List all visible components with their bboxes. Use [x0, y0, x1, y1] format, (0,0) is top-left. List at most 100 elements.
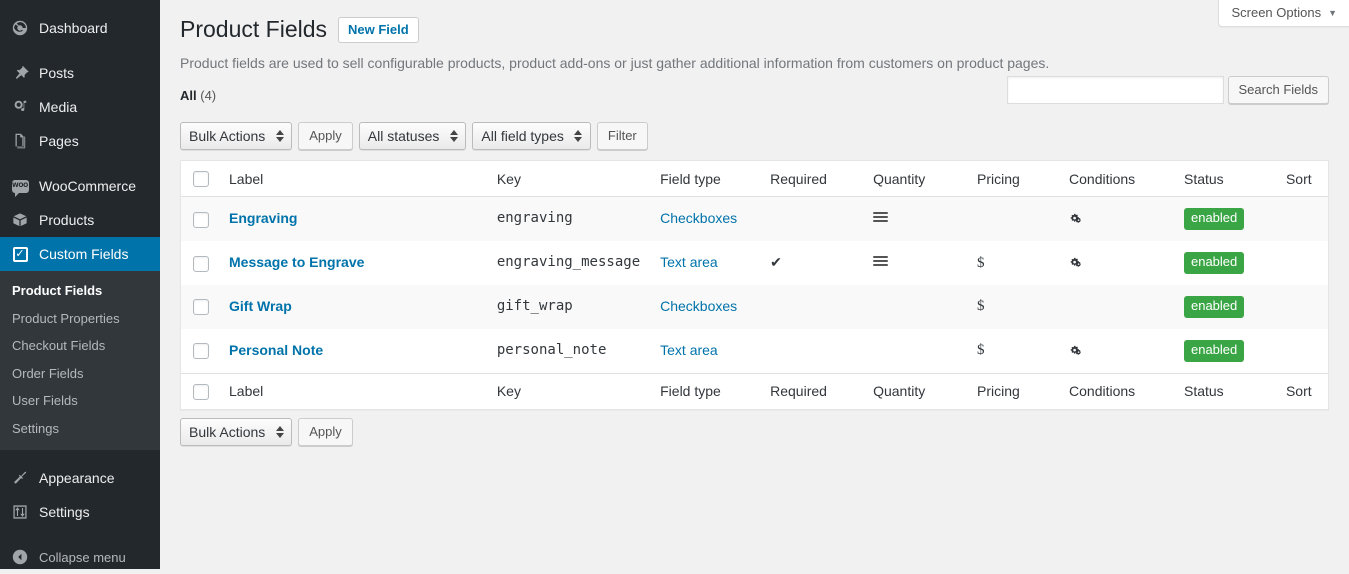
- row-select-cell[interactable]: [181, 241, 219, 285]
- submenu-item-user-fields[interactable]: User Fields: [0, 387, 160, 415]
- cell-sort[interactable]: [1275, 284, 1328, 329]
- sidebar-item-dashboard[interactable]: Dashboard: [0, 11, 160, 45]
- row-checkbox[interactable]: [193, 343, 209, 360]
- select-all-checkbox[interactable]: [193, 171, 209, 188]
- collapse-arrow-icon: [10, 547, 30, 567]
- field-type-link[interactable]: Text area: [660, 254, 718, 270]
- sidebar-item-appearance[interactable]: Appearance: [0, 461, 160, 495]
- page-title: Product Fields: [180, 16, 328, 42]
- row-select-cell[interactable]: [181, 329, 219, 373]
- column-header-quantity[interactable]: Quantity: [863, 160, 968, 198]
- column-footer-status[interactable]: Status: [1173, 372, 1276, 410]
- column-footer-key[interactable]: Key: [486, 372, 651, 410]
- cell-required: ✔: [760, 241, 863, 285]
- sidebar-item-products[interactable]: Products: [0, 203, 160, 237]
- gears-icon[interactable]: [1069, 344, 1164, 358]
- column-footer-label[interactable]: Label: [219, 372, 487, 410]
- submenu-item-product-properties[interactable]: Product Properties: [0, 305, 160, 333]
- column-footer-field-type[interactable]: Field type: [650, 372, 761, 410]
- cell-sort[interactable]: [1276, 241, 1328, 285]
- row-checkbox[interactable]: [193, 299, 209, 316]
- table-head: Label Key Field type Required Quantity P…: [181, 160, 1328, 198]
- bulk-actions-select-bottom[interactable]: Bulk Actions: [180, 418, 293, 447]
- row-checkbox[interactable]: [193, 255, 209, 272]
- sidebar-item-label: WooCommerce: [39, 178, 136, 194]
- screen-options-toggle[interactable]: Screen Options ▼: [1218, 0, 1349, 27]
- field-type-link[interactable]: Checkboxes: [660, 210, 737, 226]
- status-badge: enabled: [1183, 295, 1245, 318]
- field-type-filter-select[interactable]: All field types: [472, 121, 591, 150]
- settings-sliders-icon: [10, 502, 30, 522]
- sidebar-item-media[interactable]: Media: [0, 90, 160, 124]
- sidebar-item-label: Pages: [39, 133, 79, 149]
- cell-key: personal_note: [496, 342, 607, 358]
- column-header-key[interactable]: Key: [486, 160, 651, 198]
- sidebar-item-woocommerce[interactable]: WOO WooCommerce: [0, 169, 160, 203]
- new-field-button[interactable]: New Field: [338, 16, 419, 43]
- chevron-down-icon: ▼: [1328, 7, 1337, 18]
- sidebar-submenu-custom-fields: Product Fields Product Properties Checko…: [0, 271, 160, 451]
- row-select-cell[interactable]: [181, 284, 219, 329]
- column-header-label[interactable]: Label: [219, 160, 487, 198]
- appearance-brush-icon: [10, 468, 30, 488]
- column-header-status[interactable]: Status: [1173, 160, 1276, 198]
- sidebar-item-pages[interactable]: Pages: [0, 124, 160, 158]
- field-label-link[interactable]: Personal Note: [229, 342, 323, 358]
- quantity-lines-icon[interactable]: [873, 212, 889, 223]
- row-select-cell[interactable]: [181, 197, 219, 242]
- cell-sort[interactable]: [1276, 329, 1328, 373]
- column-header-required[interactable]: Required: [760, 160, 864, 198]
- sidebar-item-custom-fields[interactable]: ✓ Custom Fields: [0, 237, 168, 271]
- cell-field-type: Text area: [650, 329, 760, 373]
- quantity-lines-icon[interactable]: [873, 256, 889, 267]
- column-header-conditions[interactable]: Conditions: [1059, 160, 1174, 198]
- field-label-link[interactable]: Message to Engrave: [229, 254, 364, 270]
- column-footer-required[interactable]: Required: [760, 372, 864, 410]
- field-type-link[interactable]: Text area: [660, 342, 718, 358]
- bulk-actions-select-top[interactable]: Bulk Actions: [180, 121, 293, 150]
- column-header-sort[interactable]: Sort: [1275, 160, 1328, 198]
- select-all-header[interactable]: [181, 160, 219, 198]
- gears-icon[interactable]: [1069, 256, 1164, 270]
- column-footer-conditions[interactable]: Conditions: [1059, 372, 1174, 410]
- column-header-field-type[interactable]: Field type: [650, 160, 761, 198]
- search-fields-button[interactable]: Search Fields: [1227, 75, 1329, 104]
- sidebar-item-label: Collapse menu: [39, 549, 126, 565]
- submenu-item-product-fields[interactable]: Product Fields: [0, 277, 160, 305]
- pages-icon: [10, 131, 30, 151]
- view-all-link[interactable]: All: [180, 88, 197, 103]
- table-row: Engraving engraving Checkboxes enabled: [181, 197, 1328, 242]
- apply-button-bottom[interactable]: Apply: [298, 418, 353, 447]
- filter-button[interactable]: Filter: [596, 121, 648, 150]
- dashboard-icon: [10, 18, 30, 38]
- select-spinner-icon: [574, 129, 583, 143]
- sidebar-item-posts[interactable]: Posts: [0, 56, 160, 90]
- column-header-pricing[interactable]: Pricing: [967, 160, 1060, 198]
- field-type-filter-value: All field types: [481, 127, 564, 144]
- field-type-link[interactable]: Checkboxes: [660, 298, 737, 314]
- views-and-search-row: All (4) Search Fields: [180, 75, 1329, 112]
- apply-button-top[interactable]: Apply: [298, 121, 353, 150]
- submenu-item-checkout-fields[interactable]: Checkout Fields: [0, 332, 160, 360]
- cell-key: gift_wrap: [486, 284, 651, 329]
- submenu-item-order-fields[interactable]: Order Fields: [0, 360, 160, 388]
- table-header-row: Label Key Field type Required Quantity P…: [181, 160, 1328, 198]
- row-checkbox[interactable]: [193, 211, 209, 228]
- field-label-link[interactable]: Engraving: [229, 210, 297, 226]
- column-footer-sort[interactable]: Sort: [1275, 372, 1328, 410]
- field-label-link[interactable]: Gift Wrap: [229, 298, 292, 314]
- cell-conditions: [1059, 197, 1174, 242]
- select-all-checkbox-footer[interactable]: [193, 384, 209, 401]
- page-description: Product fields are used to sell configur…: [180, 54, 1050, 71]
- search-input[interactable]: [1006, 75, 1224, 104]
- cell-sort[interactable]: [1275, 197, 1328, 242]
- select-spinner-icon: [275, 129, 284, 143]
- status-filter-value: All statuses: [367, 127, 440, 144]
- status-filter-select[interactable]: All statuses: [358, 121, 467, 150]
- column-footer-quantity[interactable]: Quantity: [863, 372, 968, 410]
- gears-icon[interactable]: [1069, 212, 1164, 226]
- column-footer-pricing[interactable]: Pricing: [967, 372, 1060, 410]
- sidebar-item-settings[interactable]: Settings: [0, 495, 160, 529]
- select-all-footer-header[interactable]: [181, 372, 219, 410]
- submenu-item-settings[interactable]: Settings: [0, 415, 160, 443]
